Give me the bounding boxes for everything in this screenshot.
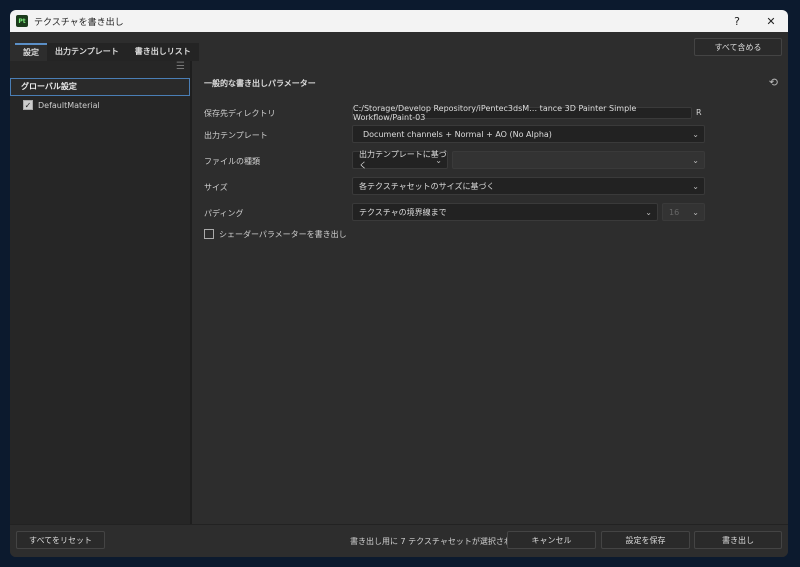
sidebar-item-material[interactable]: ✓ DefaultMaterial: [10, 96, 190, 114]
padding-amount-select[interactable]: 16 ⌄: [662, 203, 705, 221]
directory-field[interactable]: C:/Storage/Develop Repository/iPentec3ds…: [352, 104, 692, 122]
chevron-down-icon: ⌄: [692, 181, 699, 191]
dir-suffix: R: [696, 108, 702, 117]
tab-output-template[interactable]: 出力テンプレート: [47, 43, 127, 61]
export-button[interactable]: 書き出し: [694, 531, 782, 549]
export-dialog: Pt テクスチャを書き出し ? ✕ 設定 出力テンプレート 書き出しリスト すべ…: [10, 10, 788, 557]
sidebar-item-global-settings[interactable]: グローバル設定: [10, 78, 190, 96]
padding-label: パディング: [204, 209, 244, 218]
template-label: 出力テンプレート: [204, 131, 268, 140]
texture-set-sidebar: ☰ グローバル設定 ✓ DefaultMaterial: [10, 61, 192, 524]
chevron-down-icon: ⌄: [435, 155, 442, 165]
size-select[interactable]: 各テクスチャセットのサイズに基づく ⌄: [352, 177, 705, 195]
template-select[interactable]: Document channels + Normal + AO (No Alph…: [352, 125, 705, 143]
chevron-down-icon: ⌄: [692, 129, 699, 139]
checkbox[interactable]: ✓: [23, 100, 33, 110]
filetype-label: ファイルの種類: [204, 157, 260, 166]
dir-label: 保存先ディレクトリ: [204, 109, 276, 118]
shader-params-label: シェーダーパラメーターを書き出し: [219, 229, 347, 239]
tab-export-list[interactable]: 書き出しリスト: [126, 43, 199, 61]
footer: すべてをリセット 書き出し用に 7 テクスチャセットが選択されました キャンセル…: [10, 524, 788, 557]
cancel-button[interactable]: キャンセル: [507, 531, 596, 549]
save-settings-button[interactable]: 設定を保存: [601, 531, 690, 549]
section-title: 一般的な書き出しパラメーター: [204, 79, 316, 88]
parameters-panel: 一般的な書き出しパラメーター ⟲ 保存先ディレクトリ C:/Storage/De…: [194, 61, 788, 524]
close-button[interactable]: ✕: [756, 10, 786, 32]
chevron-down-icon: ⌄: [692, 155, 699, 165]
reset-all-button[interactable]: すべてをリセット: [16, 531, 105, 549]
tab-settings[interactable]: 設定: [15, 43, 47, 61]
padding-select[interactable]: テクスチャの境界線まで ⌄: [352, 203, 658, 221]
filetype-select[interactable]: 出力テンプレートに基づく ⌄: [352, 150, 448, 170]
shader-params-checkbox[interactable]: シェーダーパラメーターを書き出し: [204, 225, 347, 243]
material-label: DefaultMaterial: [38, 100, 100, 110]
format-select[interactable]: ⌄: [452, 151, 705, 169]
include-all-button[interactable]: すべて含める: [694, 38, 782, 56]
title-bar: Pt テクスチャを書き出し ? ✕: [10, 10, 788, 32]
reset-history-icon[interactable]: ⟲: [769, 76, 778, 89]
chevron-down-icon: ⌄: [645, 207, 652, 217]
filter-icon[interactable]: ☰: [10, 61, 190, 75]
painter-logo-icon: Pt: [16, 15, 28, 27]
size-label: サイズ: [204, 183, 228, 192]
window-title: テクスチャを書き出し: [34, 17, 124, 28]
help-button[interactable]: ?: [722, 10, 752, 32]
chevron-down-icon: ⌄: [692, 207, 699, 217]
checkbox[interactable]: [204, 229, 214, 239]
